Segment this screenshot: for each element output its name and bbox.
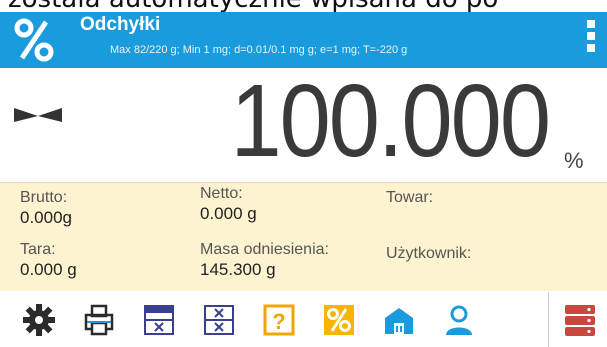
weight-unit: % bbox=[564, 148, 584, 173]
weight-display: 100.000 % bbox=[0, 68, 607, 180]
user-button[interactable] bbox=[434, 296, 484, 344]
toolbar: ? bbox=[0, 292, 607, 347]
svg-text:?: ? bbox=[272, 309, 285, 334]
user-label: Użytkownik: bbox=[386, 245, 472, 262]
help-icon: ? bbox=[263, 304, 295, 336]
masa-value: 145.300 g bbox=[200, 260, 276, 279]
menu-dots-icon[interactable] bbox=[586, 20, 596, 60]
masa-label: Masa odniesienia: bbox=[200, 241, 329, 258]
brutto-value: 0.000g bbox=[20, 208, 72, 227]
print-button[interactable] bbox=[74, 296, 124, 344]
towar-field: Towar: bbox=[386, 189, 433, 208]
towar-label: Towar: bbox=[386, 189, 434, 206]
database-calc-alt-button[interactable] bbox=[194, 296, 244, 344]
tara-field: Tara: 0.000 g bbox=[20, 241, 77, 280]
weight-value: 100.000 bbox=[230, 64, 551, 179]
masa-field: Masa odniesienia: 145.300 g bbox=[200, 241, 329, 280]
tara-label: Tara: bbox=[20, 241, 56, 258]
server-icon bbox=[565, 305, 595, 336]
help-button[interactable]: ? bbox=[254, 296, 304, 344]
settings-button[interactable] bbox=[14, 296, 64, 344]
netto-field: Netto: 0.000 g bbox=[200, 185, 257, 224]
brutto-label: Brutto: bbox=[20, 189, 68, 206]
server-button[interactable] bbox=[555, 296, 605, 344]
info-panel: Brutto: 0.000g Netto: 0.000 g Towar: Tar… bbox=[0, 182, 607, 291]
user-icon bbox=[446, 305, 472, 335]
print-icon bbox=[84, 304, 114, 336]
warehouse-button[interactable] bbox=[374, 296, 424, 344]
netto-label: Netto: bbox=[200, 185, 243, 202]
percent-mode-button[interactable] bbox=[314, 296, 364, 344]
database-calc-icon bbox=[144, 305, 174, 335]
partial-top-text: została automatycznie wpisana do po bbox=[8, 0, 498, 12]
stable-indicator-icon bbox=[14, 108, 62, 122]
database-calc-button[interactable] bbox=[134, 296, 184, 344]
netto-value: 0.000 g bbox=[200, 204, 257, 223]
brutto-field: Brutto: 0.000g bbox=[20, 189, 72, 228]
settings-icon bbox=[23, 304, 55, 336]
warehouse-icon bbox=[385, 308, 413, 334]
mode-title: Odchyłki bbox=[80, 14, 161, 35]
percent-icon bbox=[324, 305, 354, 335]
header-bar: Odchyłki Max 82/220 g; Min 1 mg; d=0.01/… bbox=[0, 12, 607, 68]
toolbar-divider bbox=[548, 292, 549, 347]
user-field: Użytkownik: bbox=[386, 245, 471, 264]
percent-icon[interactable] bbox=[14, 18, 54, 62]
database-calc-alt-icon bbox=[204, 305, 234, 335]
tara-value: 0.000 g bbox=[20, 260, 77, 279]
partial-top-text-strip: została automatycznie wpisana do po bbox=[0, 0, 607, 12]
balance-specs: Max 82/220 g; Min 1 mg; d=0.01/0.1 mg g;… bbox=[110, 44, 408, 56]
